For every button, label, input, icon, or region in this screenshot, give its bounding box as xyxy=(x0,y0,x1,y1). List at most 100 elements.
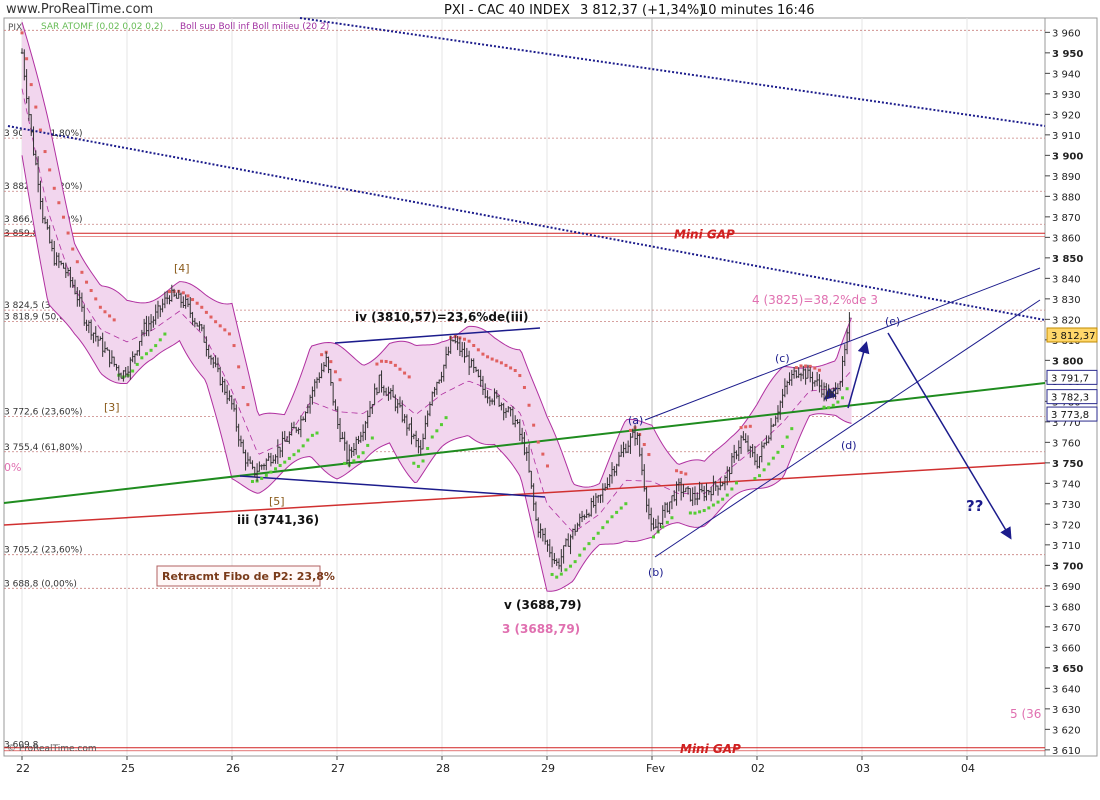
sar-dot xyxy=(781,444,785,448)
y-tick-label: 3 960 xyxy=(1052,28,1081,39)
sar-dot xyxy=(269,470,273,474)
sar-dot xyxy=(292,453,296,457)
y-tick-label: 3 700 xyxy=(1052,561,1083,572)
sar-dot xyxy=(628,428,632,432)
sar-dot xyxy=(776,450,780,454)
sar-dot xyxy=(582,547,586,551)
watermark-top: www.ProRealTime.com xyxy=(6,2,153,17)
sar-dot xyxy=(836,400,840,404)
sar-dot xyxy=(790,427,794,431)
sar-dot xyxy=(601,526,605,530)
y-tick-label: 3 610 xyxy=(1052,746,1081,757)
price-box-label: 3 782,3 xyxy=(1051,393,1089,404)
sar-dot xyxy=(541,452,545,456)
price-box-label: 3 791,7 xyxy=(1051,373,1089,384)
sar-dot xyxy=(29,83,33,87)
sar-dot xyxy=(361,451,365,455)
bollinger-legend: Boll sup Boll inf Boll milieu (20 2) xyxy=(180,22,329,32)
x-tick-label: 26 xyxy=(226,762,240,775)
sar-dot xyxy=(149,348,153,352)
sar-dot xyxy=(85,280,89,284)
sar-dot xyxy=(545,464,549,468)
sar-dot xyxy=(532,423,536,427)
timeframe: 10 minutes xyxy=(700,3,774,18)
sar-dot xyxy=(592,536,596,540)
y-tick-label: 3 670 xyxy=(1052,623,1081,634)
sar-dot xyxy=(283,460,287,464)
sar-dot xyxy=(246,403,250,407)
fib-level-label: 3 755,4 (61,80%) xyxy=(4,443,83,453)
sar-dot xyxy=(154,344,158,348)
sar-dot xyxy=(94,297,98,301)
sar-dot xyxy=(393,363,397,367)
sar-dot xyxy=(435,429,439,433)
level-label: 3 859,8 xyxy=(4,229,39,239)
sar-dot xyxy=(573,560,577,564)
sar-dot xyxy=(739,426,743,430)
sar-dot xyxy=(43,150,47,154)
sar-dot xyxy=(569,564,573,568)
sar-dot xyxy=(605,520,609,524)
sar-dot xyxy=(306,438,310,442)
y-tick-label: 3 820 xyxy=(1052,315,1081,326)
x-tick-label: 03 xyxy=(856,762,870,775)
sar-dot xyxy=(297,449,301,453)
sar-dot xyxy=(615,510,619,514)
sar-dot xyxy=(522,385,526,389)
sar-dot xyxy=(131,369,135,373)
sar-dot xyxy=(476,348,480,352)
sar-dot xyxy=(661,525,665,529)
sar-dot xyxy=(550,572,554,576)
fib-level-label: 3 705,2 (23,60%) xyxy=(4,546,83,556)
sar-dot xyxy=(195,301,199,305)
x-tick-label: Fev xyxy=(646,762,665,775)
x-tick-label: 29 xyxy=(541,762,555,775)
wave-d-label: (d) xyxy=(841,439,857,452)
sar-dot xyxy=(822,405,826,409)
chart-title: PXI - CAC 40 INDEX xyxy=(444,3,570,18)
sar-dot xyxy=(753,477,757,481)
sar-dot xyxy=(555,575,559,579)
y-tick-label: 3 930 xyxy=(1052,90,1081,101)
sar-dot xyxy=(260,476,264,480)
sar-dot xyxy=(744,425,748,429)
y-tick-label: 3 620 xyxy=(1052,725,1081,736)
sar-dot xyxy=(721,497,725,501)
sar-dot xyxy=(25,57,29,61)
y-tick-label: 3 890 xyxy=(1052,172,1081,183)
sar-dot xyxy=(495,359,499,363)
sar-dot xyxy=(610,515,614,519)
sar-dot xyxy=(384,359,388,363)
sar-dot xyxy=(467,339,471,343)
mini-gap-label: Mini GAP xyxy=(680,742,741,756)
x-tick-label: 04 xyxy=(961,762,975,775)
wave-iii-label: iii (3741,36) xyxy=(237,513,319,527)
sar-dot xyxy=(34,105,38,109)
y-tick-label: 3 640 xyxy=(1052,684,1081,695)
y-tick-label: 3 630 xyxy=(1052,705,1081,716)
sar-dot xyxy=(287,456,291,460)
sar-dot xyxy=(38,128,42,132)
sar-dot xyxy=(278,463,282,467)
wave-c-label: (c) xyxy=(775,352,790,365)
sar-dot xyxy=(813,366,817,370)
x-tick-label: 27 xyxy=(331,762,345,775)
pct-left-label: 0% xyxy=(4,461,21,474)
x-tick-label: 25 xyxy=(121,762,135,775)
sar-dot xyxy=(767,462,771,466)
sar-dot xyxy=(799,364,803,368)
y-tick-label: 3 720 xyxy=(1052,520,1081,531)
sar-dot xyxy=(232,344,236,348)
sar-dot xyxy=(241,385,245,389)
y-tick-label: 3 900 xyxy=(1052,151,1083,162)
sar-dot xyxy=(536,440,540,444)
sar-dot xyxy=(250,479,254,483)
fib-level-label: 3 688,8 (0,00%) xyxy=(4,579,77,589)
sar-dot xyxy=(817,368,821,372)
sar-dot xyxy=(444,416,448,420)
sar-dot xyxy=(389,360,393,364)
sar-dot xyxy=(218,324,222,328)
sar-dot xyxy=(352,459,356,463)
wave-iv-label: iv (3810,57)=23,6%de(iii) xyxy=(355,310,528,324)
sar-dot xyxy=(527,403,531,407)
